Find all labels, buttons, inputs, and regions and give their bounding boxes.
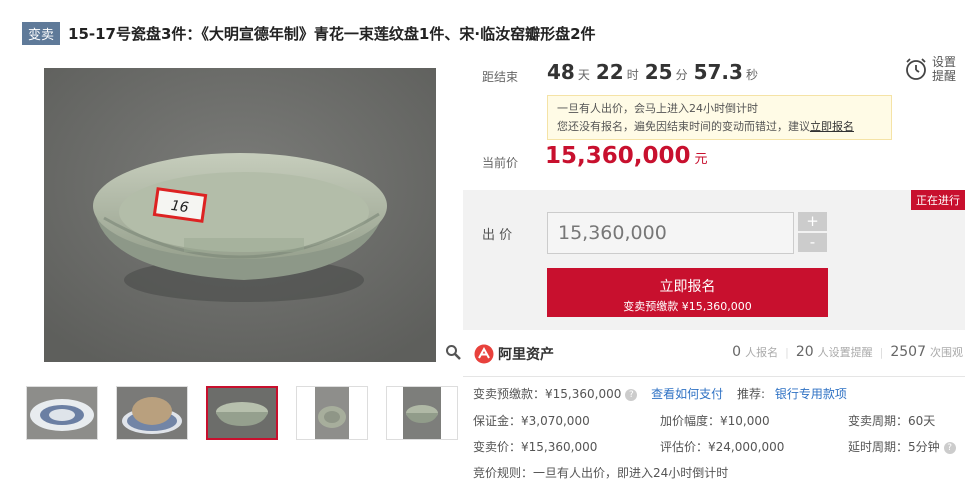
help-icon[interactable]: ?	[943, 441, 956, 454]
bid-label: 出 价	[482, 228, 513, 243]
bid-panel: 正在进行 出 价 15,360,000 + - 立即报名 变卖预缴款 ¥15,3…	[463, 190, 965, 330]
thumbnail-strip	[26, 386, 476, 440]
bank-account-link[interactable]: 银行专用款项	[775, 387, 847, 401]
notice-line-1: 一旦有人出价，会马上进入24小时倒计时	[557, 102, 758, 115]
countdown-seconds: 57.3	[693, 60, 743, 84]
extension-period: 延时周期：5分钟?	[848, 438, 956, 455]
bid-amount-input[interactable]: 15,360,000	[547, 212, 794, 254]
countdown-days: 48	[547, 60, 575, 84]
current-price-unit: 元	[694, 152, 708, 167]
ali-asset-logo[interactable]: 阿里资产	[474, 344, 554, 364]
lot-number-sticker: 16	[152, 187, 208, 223]
page-title: 15-17号瓷盘3件：《大明宣德年制》青花一束莲纹盘1件、宋·临汝窑瓣形盘2件	[68, 25, 596, 43]
svg-text:16: 16	[170, 198, 190, 216]
reminder-count: 20	[795, 344, 814, 360]
view-count: 2507	[890, 344, 926, 360]
signup-count: 0	[732, 344, 742, 360]
countdown-label: 距结束	[482, 70, 519, 84]
how-to-pay-link[interactable]: 查看如何支付	[651, 387, 723, 401]
status-badge: 正在进行	[911, 190, 965, 210]
auction-stats: 0 人报名 | 20 人设置提醒 | 2507 次围观	[732, 344, 963, 360]
signup-notice: 一旦有人出价，会马上进入24小时倒计时 您还没有报名，遍免因结束时间的变动而错过…	[547, 95, 892, 140]
ali-asset-logo-icon	[474, 344, 494, 364]
help-icon[interactable]: ?	[625, 388, 638, 401]
current-price-value: 15,360,000	[545, 143, 691, 169]
appraisal-price: 评估价：¥24,000,000	[660, 440, 785, 454]
sale-price: 变卖价：¥15,360,000	[473, 440, 598, 454]
countdown-timer: 48 天 22 时 25 分 57.3 秒	[547, 60, 758, 84]
bid-increase-button[interactable]: +	[798, 212, 827, 231]
alarm-clock-icon	[906, 58, 926, 80]
recommend-label: 推荐:	[737, 387, 766, 401]
thumbnail-blue-white-plate[interactable]	[26, 386, 98, 440]
deposit-label: 变卖预缴款：¥15,360,000	[473, 387, 622, 401]
thumbnail-rust-bowl[interactable]	[116, 386, 188, 440]
title-row: 变卖 15-17号瓷盘3件：《大明宣德年制》青花一束莲纹盘1件、宋·临汝窑瓣形盘…	[22, 22, 596, 45]
signup-button[interactable]: 立即报名 变卖预缴款 ¥15,360,000	[547, 268, 828, 317]
signup-button-label: 立即报名	[659, 279, 716, 295]
bid-increment: 加价幅度：¥10,000	[660, 414, 770, 428]
thumbnail-celadon-bowl[interactable]	[206, 386, 278, 440]
countdown-hours: 22	[595, 60, 624, 84]
main-product-image[interactable]: 16	[44, 68, 436, 362]
deposit-row: 变卖预缴款：¥15,360,000? 查看如何支付 推荐: 银行专用款项	[473, 385, 847, 402]
thumbnail-celadon-top[interactable]	[296, 386, 368, 440]
current-price: 15,360,000 元	[545, 143, 708, 169]
sale-period: 变卖周期：60天	[848, 414, 936, 428]
notice-signup-link[interactable]: 立即报名	[810, 120, 854, 133]
bidding-rules: 竞价规则：一旦有人出价，即进入24小时倒计时	[473, 466, 729, 480]
thumbnail-celadon-side[interactable]	[386, 386, 458, 440]
signup-deposit-label: 变卖预缴款 ¥15,360,000	[623, 300, 752, 313]
reminder-label: 设置提醒	[932, 55, 957, 83]
platform-stats-row: 阿里资产 0 人报名 | 20 人设置提醒 | 2507 次围观	[463, 330, 965, 377]
platform-name: 阿里资产	[498, 347, 554, 363]
bid-decrease-button[interactable]: -	[798, 233, 827, 252]
sale-type-badge: 变卖	[22, 22, 61, 45]
current-price-label: 当前价	[482, 156, 519, 170]
guarantee: 保证金：¥3,070,000	[473, 414, 590, 428]
notice-line-2: 您还没有报名，遍免因结束时间的变动而错过，建议立即报名	[557, 120, 854, 133]
set-reminder-button[interactable]: 设置提醒	[904, 52, 965, 86]
zoom-icon[interactable]	[445, 344, 461, 360]
countdown-minutes: 25	[644, 60, 673, 84]
celadon-bowl-photo: 16	[44, 68, 436, 362]
